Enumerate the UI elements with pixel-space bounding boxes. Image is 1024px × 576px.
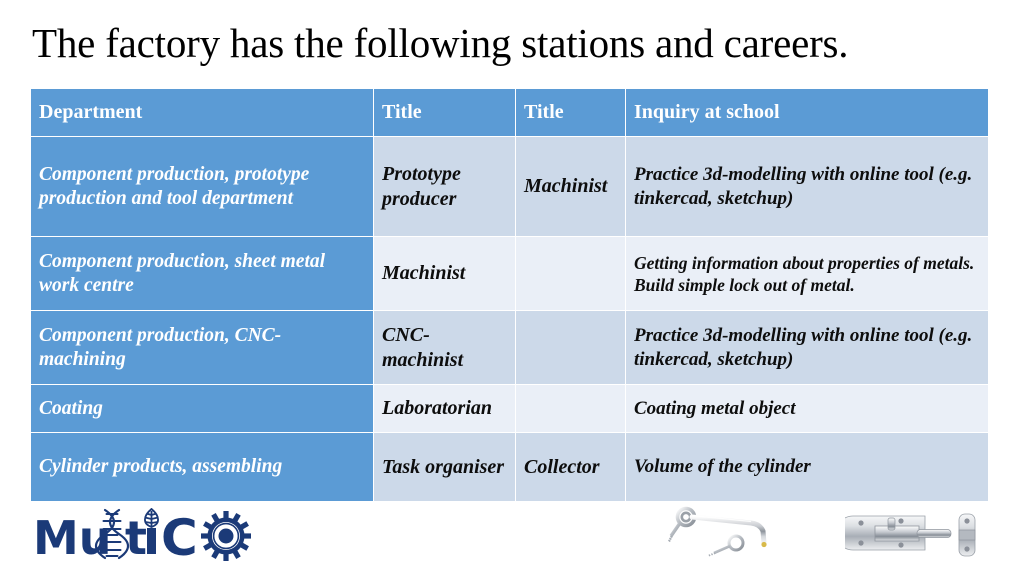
table-header-row: Department Title Title Inquiry at school xyxy=(30,88,989,137)
cell-title-2 xyxy=(515,310,626,385)
cell-inquiry: Coating metal object xyxy=(625,384,989,433)
cell-inquiry: Getting information about properties of … xyxy=(625,236,989,311)
column-header-inquiry: Inquiry at school xyxy=(625,88,989,137)
cell-title-2 xyxy=(515,384,626,433)
cell-department: Component production, sheet metal work c… xyxy=(30,236,374,311)
gear-icon xyxy=(201,511,251,561)
stations-careers-table: Department Title Title Inquiry at school… xyxy=(30,88,989,502)
column-header-title-2: Title xyxy=(515,88,626,137)
cell-inquiry: Practice 3d-modelling with online tool (… xyxy=(625,136,989,237)
cell-title-1: CNC-machinist xyxy=(373,310,516,385)
page-title: The factory has the following stations a… xyxy=(32,20,849,66)
cell-title-1: Machinist xyxy=(373,236,516,311)
cell-department: Component production, prototype producti… xyxy=(30,136,374,237)
gate-hook-latch-photo xyxy=(665,503,825,565)
table-row: Component production, sheet metal work c… xyxy=(30,236,989,311)
table-row: Component production, prototype producti… xyxy=(30,136,989,237)
cell-title-2: Collector xyxy=(515,432,626,502)
cell-inquiry: Volume of the cylinder xyxy=(625,432,989,502)
column-header-department: Department xyxy=(30,88,374,137)
cell-department: Cylinder products, assembling xyxy=(30,432,374,502)
cell-title-2 xyxy=(515,236,626,311)
cell-title-2: Machinist xyxy=(515,136,626,237)
barrel-bolt-lock-photo xyxy=(835,506,990,564)
cell-department: Component production, CNC-machining xyxy=(30,310,374,385)
cell-title-1: Task organiser xyxy=(373,432,516,502)
table-row: Cylinder products, assembling Task organ… xyxy=(30,432,989,502)
svg-text:C: C xyxy=(161,509,198,564)
column-header-title-1: Title xyxy=(373,88,516,137)
table-row: Coating Laboratorian Coating metal objec… xyxy=(30,384,989,433)
cell-title-1: Laboratorian xyxy=(373,384,516,433)
cell-inquiry: Practice 3d-modelling with online tool (… xyxy=(625,310,989,385)
multico-logo: Mu t C xyxy=(33,507,265,567)
cell-department: Coating xyxy=(30,384,374,433)
table-row: Component production, CNC-machining CNC-… xyxy=(30,310,989,385)
svg-text:t: t xyxy=(125,511,147,564)
cell-title-1: Prototype producer xyxy=(373,136,516,237)
